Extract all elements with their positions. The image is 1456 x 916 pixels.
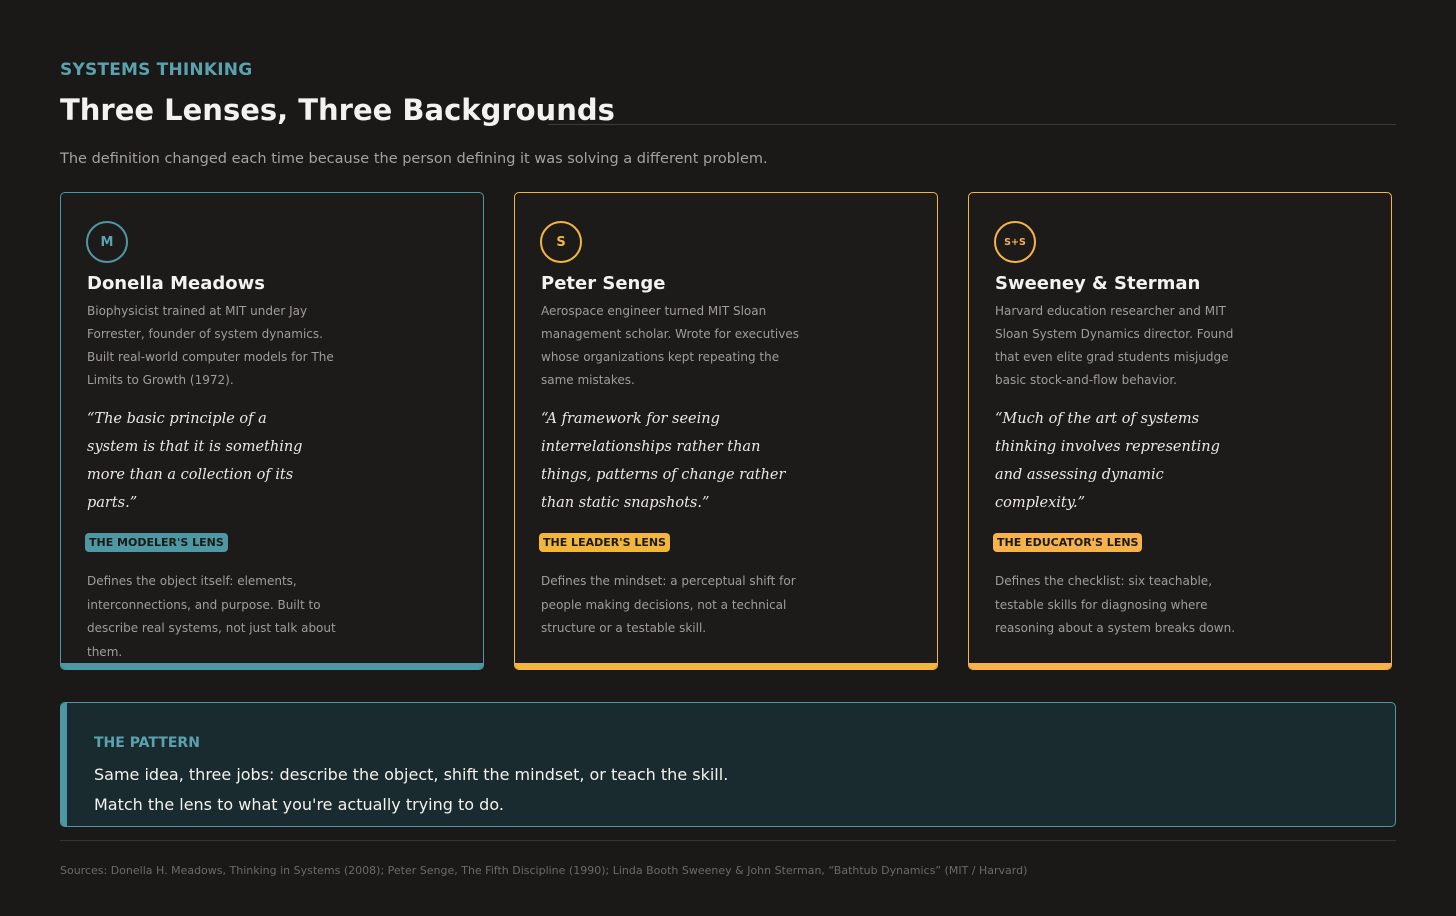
card-quote: “The basic principle of a system is that… [87, 411, 303, 511]
card-bio: Harvard education researcher and MIT Slo… [995, 304, 1234, 387]
lens-badge: THE MODELER'S LENS [85, 533, 228, 552]
avatar-sweeney-sterman: S+S [994, 221, 1036, 263]
card-body: Peter Senge Aerospace engineer turned MI… [539, 273, 801, 641]
card-sweeney-sterman: S+S Sweeney & Sterman Harvard education … [968, 192, 1392, 670]
card-name: Sweeney & Sterman [995, 273, 1201, 294]
eyebrow-label: SYSTEMS THINKING [60, 60, 253, 80]
lens-badge: THE LEADER'S LENS [539, 533, 670, 552]
card-meadows: M Donella Meadows Biophysicist trained a… [60, 192, 484, 670]
card-description: Defines the mindset: a perceptual shift … [541, 574, 796, 635]
card-description: Defines the object itself: elements, int… [87, 574, 336, 659]
title-divider [548, 124, 1396, 125]
lens-badge: THE EDUCATOR'S LENS [993, 533, 1143, 552]
card-name: Peter Senge [541, 273, 666, 294]
pattern-line-1: Same idea, three jobs: describe the obje… [94, 765, 729, 784]
card-bio: Aerospace engineer turned MIT Sloan mana… [541, 304, 799, 387]
pattern-label: THE PATTERN [94, 735, 200, 751]
card-bio: Biophysicist trained at MIT under Jay Fo… [87, 304, 334, 387]
card-senge: S Peter Senge Aerospace engineer turned … [514, 192, 938, 670]
pattern-callout: THE PATTERN Same idea, three jobs: descr… [60, 702, 1396, 827]
card-body: Donella Meadows Biophysicist trained at … [85, 273, 337, 664]
card-quote: “Much of the art of systems thinking inv… [995, 411, 1220, 511]
page-title: Three Lenses, Three Backgrounds [60, 93, 615, 127]
pattern-line-2: Match the lens to what you're actually t… [94, 795, 504, 814]
avatar-senge: S [540, 221, 582, 263]
card-accent-bar [61, 663, 483, 669]
sources-footnote: Sources: Donella H. Meadows, Thinking in… [60, 864, 1028, 877]
card-body: Sweeney & Sterman Harvard education rese… [993, 273, 1255, 641]
card-accent-bar [969, 663, 1391, 669]
page-subtitle: The definition changed each time because… [60, 151, 768, 167]
footer-divider [60, 840, 1396, 841]
card-description: Defines the checklist: six teachable, te… [995, 574, 1236, 635]
callout-accent-bar [61, 703, 67, 826]
card-quote: “A framework for seeing interrelationshi… [541, 411, 786, 511]
card-accent-bar [515, 663, 937, 669]
card-name: Donella Meadows [87, 273, 265, 294]
avatar-meadows: M [86, 221, 128, 263]
